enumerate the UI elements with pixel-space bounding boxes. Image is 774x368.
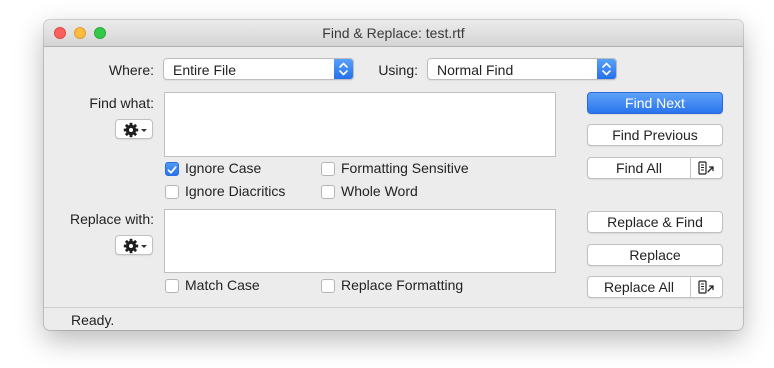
replace-formatting-label[interactable]: Replace Formatting (341, 277, 463, 293)
window-title: Find & Replace: test.rtf (322, 25, 465, 41)
ignore-case-label[interactable]: Ignore Case (185, 160, 261, 176)
replace-with-label: Replace with: (69, 211, 154, 227)
using-popup[interactable]: Normal Find (427, 58, 617, 80)
formatting-sensitive-label[interactable]: Formatting Sensitive (341, 160, 469, 176)
replace-all-button[interactable]: Replace All (588, 277, 690, 297)
find-what-label: Find what: (89, 95, 154, 111)
find-all-results-window-button[interactable] (691, 158, 722, 178)
replace-options-menu[interactable] (115, 235, 153, 255)
find-all-button[interactable]: Find All (588, 158, 690, 178)
using-value: Normal Find (437, 62, 514, 78)
updown-chevron-icon (334, 59, 353, 79)
gear-icon (123, 238, 147, 254)
replace-all-split-button: Replace All (587, 276, 723, 298)
replace-text-field[interactable] (164, 209, 556, 273)
find-previous-button[interactable]: Find Previous (587, 124, 723, 146)
using-label: Using: (378, 62, 418, 78)
results-window-icon (698, 280, 714, 294)
status-text: Ready. (71, 312, 115, 328)
whole-word-checkbox[interactable] (321, 185, 335, 199)
gear-icon (123, 122, 147, 138)
match-case-checkbox[interactable] (165, 279, 179, 293)
find-next-button[interactable]: Find Next (587, 92, 723, 114)
title-bar[interactable]: Find & Replace: test.rtf (44, 20, 743, 47)
checkmark-icon (167, 166, 177, 174)
replace-and-find-button[interactable]: Replace & Find (587, 211, 723, 233)
status-divider (44, 307, 743, 308)
where-value: Entire File (173, 62, 237, 78)
whole-word-label[interactable]: Whole Word (341, 183, 418, 199)
replace-button[interactable]: Replace (587, 244, 723, 266)
replace-all-results-window-button[interactable] (691, 277, 722, 297)
find-text-field[interactable] (164, 92, 556, 157)
find-options-menu[interactable] (115, 119, 153, 139)
ignore-case-checkbox[interactable] (165, 162, 179, 176)
ignore-diacritics-checkbox[interactable] (165, 185, 179, 199)
updown-chevron-icon (597, 59, 616, 79)
formatting-sensitive-checkbox[interactable] (321, 162, 335, 176)
find-all-split-button: Find All (587, 157, 723, 179)
results-window-icon (698, 161, 714, 175)
where-label: Where: (108, 62, 154, 78)
where-popup[interactable]: Entire File (163, 58, 354, 80)
ignore-diacritics-label[interactable]: Ignore Diacritics (185, 183, 285, 199)
find-replace-window: Find & Replace: test.rtf Where: Entire F… (44, 20, 743, 330)
match-case-label[interactable]: Match Case (185, 277, 260, 293)
replace-formatting-checkbox[interactable] (321, 279, 335, 293)
